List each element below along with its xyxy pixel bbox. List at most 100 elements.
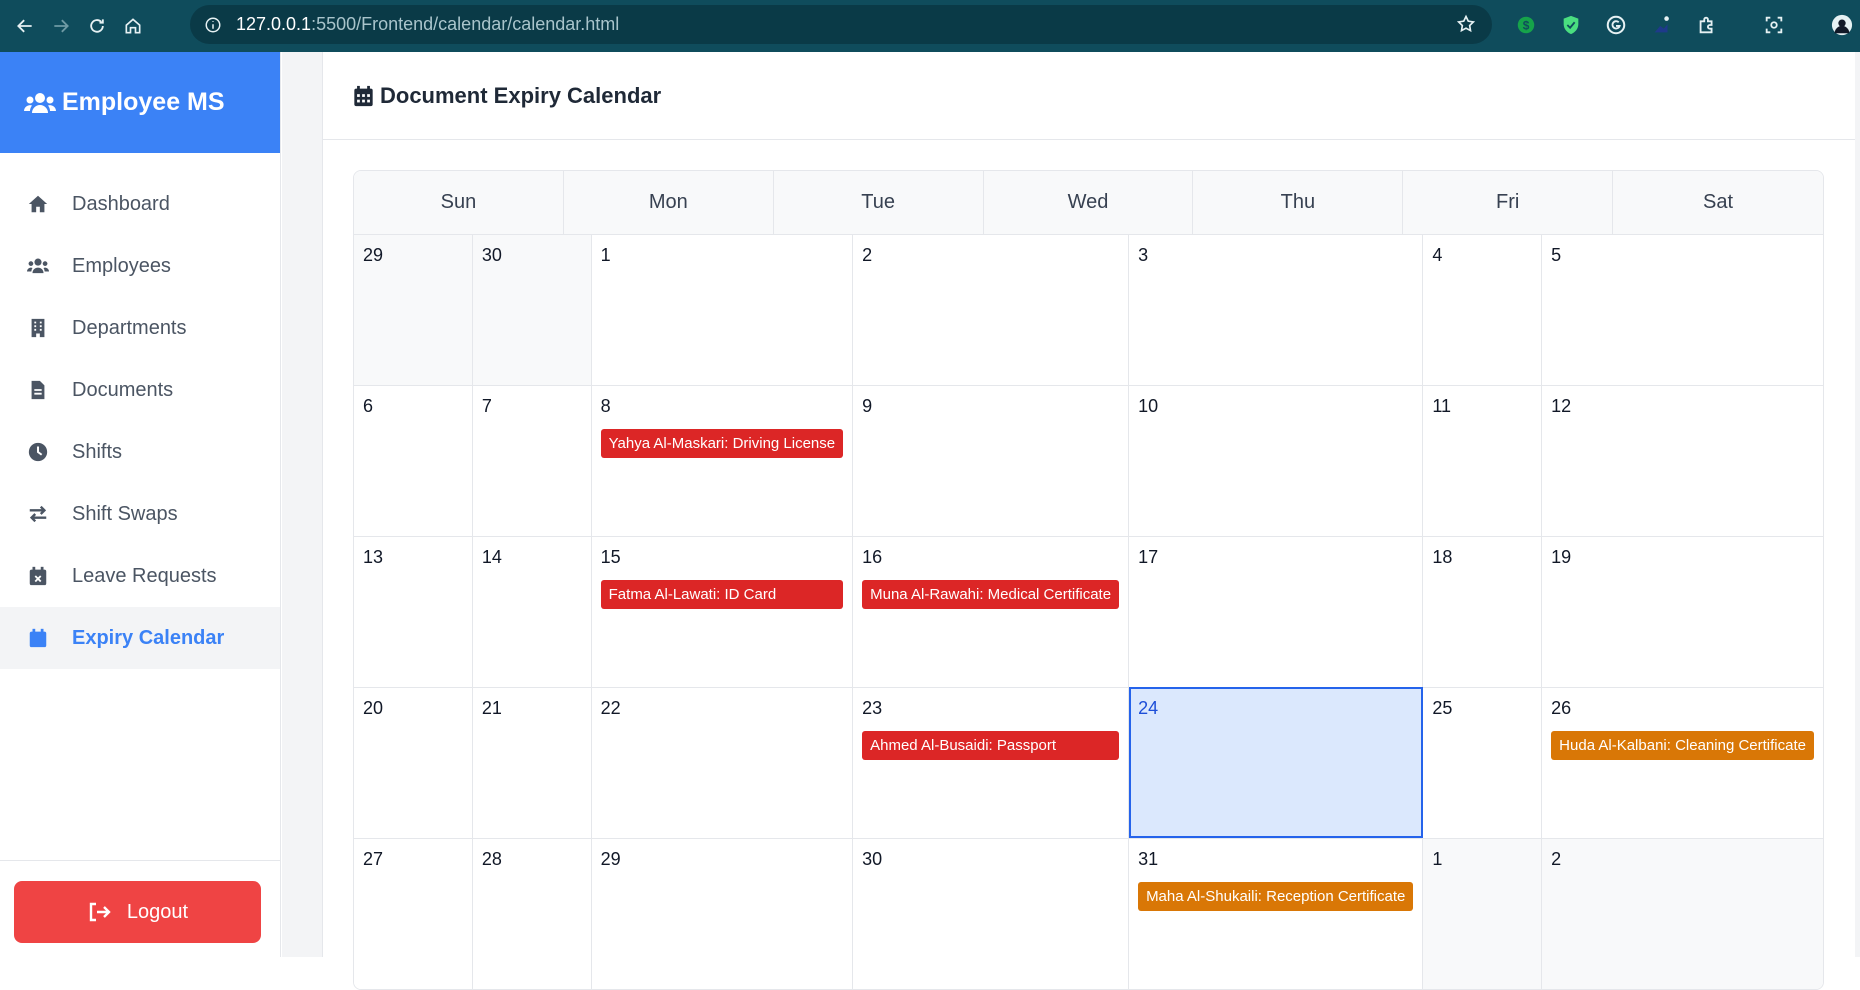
- day-cell[interactable]: 27: [354, 838, 473, 989]
- calendar-card: Document Expiry Calendar Sun Mon Tue Wed Thu…: [322, 52, 1855, 990]
- day-cell[interactable]: 20: [354, 687, 473, 838]
- sidebar-item-label: Leave Requests: [72, 564, 217, 587]
- day-cell[interactable]: 31 Maha Al-Shukaili: Reception Certificat…: [1129, 838, 1424, 989]
- day-number: 4: [1432, 245, 1443, 265]
- day-cell[interactable]: 6: [354, 385, 473, 536]
- day-cell[interactable]: 26 Huda Al-Kalbani: Cleaning Certificate: [1542, 687, 1823, 838]
- day-cell[interactable]: 13: [354, 536, 473, 687]
- day-number: 2: [1551, 849, 1562, 869]
- day-number: 9: [862, 396, 873, 416]
- home-icon: [26, 192, 50, 216]
- site-info-icon[interactable]: [204, 16, 222, 34]
- day-number: 6: [363, 396, 374, 416]
- card-header: Document Expiry Calendar: [323, 52, 1855, 140]
- day-cell[interactable]: 12: [1542, 385, 1823, 536]
- day-number: 29: [363, 245, 384, 265]
- day-number: 8: [600, 396, 611, 416]
- day-number: 18: [1432, 547, 1453, 567]
- day-cell[interactable]: 28: [472, 838, 592, 989]
- day-cell[interactable]: 29: [591, 838, 854, 989]
- day-cell[interactable]: 23 Ahmed Al-Busaidi: Passport: [853, 687, 1130, 838]
- reload-button[interactable]: [86, 15, 108, 37]
- day-cell[interactable]: 5: [1542, 234, 1823, 385]
- weekday-label: Fri: [1403, 171, 1614, 234]
- day-number: 30: [862, 849, 883, 869]
- day-cell[interactable]: 30: [472, 234, 592, 385]
- sidebar-item-expiry-calendar[interactable]: Expiry Calendar: [0, 607, 280, 669]
- weekday-header: Sun Mon Tue Wed Thu Fri Sat: [354, 171, 1823, 234]
- day-number: 10: [1138, 396, 1159, 416]
- sidebar-item-departments[interactable]: Departments: [0, 297, 280, 359]
- day-cell[interactable]: 3: [1129, 234, 1424, 385]
- sidebar-item-label: Departments: [72, 316, 187, 339]
- sidebar-item-employees[interactable]: Employees: [0, 235, 280, 297]
- arrow-right-icon: [54, 19, 69, 33]
- day-number: 30: [481, 245, 502, 265]
- day-number: 31: [1138, 849, 1159, 869]
- brand-title: Employee MS: [62, 88, 225, 116]
- url-path: :5500/Frontend/calendar/calendar.html: [311, 14, 620, 34]
- sidebar-item-shift-swaps[interactable]: Shift Swaps: [0, 483, 280, 545]
- day-cell-today[interactable]: 24: [1129, 687, 1424, 838]
- back-button[interactable]: [14, 15, 36, 37]
- day-cell[interactable]: 1: [1423, 838, 1543, 989]
- day-cell[interactable]: 4: [1423, 234, 1543, 385]
- day-number: 1: [600, 245, 611, 265]
- extensions-puzzle-icon[interactable]: [1695, 13, 1719, 37]
- day-cell[interactable]: 2: [1542, 838, 1823, 989]
- expiry-event[interactable]: Muna Al-Rawahi: Medical Certificate: [862, 580, 1120, 609]
- day-cell[interactable]: 10: [1129, 385, 1424, 536]
- day-cell[interactable]: 18: [1423, 536, 1543, 687]
- day-number: 29: [600, 849, 621, 869]
- day-cell[interactable]: 30: [853, 838, 1130, 989]
- expiry-event[interactable]: Yahya Al-Maskari: Driving License: [600, 429, 844, 458]
- url-host: 127.0.0.1: [236, 14, 312, 34]
- extension-dollar-icon[interactable]: $: [1514, 13, 1538, 37]
- expiry-event[interactable]: Fatma Al-Lawati: ID Card: [600, 580, 844, 609]
- arrow-left-icon: [17, 19, 32, 33]
- calendar-days: 29 30 1 2 3 4 5 6 7 8 Yahya Al-Maskari: Driving Li…: [354, 234, 1823, 989]
- day-cell[interactable]: 11: [1423, 385, 1543, 536]
- logout-button[interactable]: Logout: [14, 881, 261, 943]
- day-cell[interactable]: 1: [591, 234, 854, 385]
- day-cell[interactable]: 2: [853, 234, 1130, 385]
- sidebar-item-label: Documents: [72, 378, 174, 401]
- day-cell[interactable]: 19: [1542, 536, 1823, 687]
- day-cell[interactable]: 17: [1129, 536, 1424, 687]
- sidebar-item-leave-requests[interactable]: Leave Requests: [0, 545, 280, 607]
- day-number: 12: [1551, 396, 1572, 416]
- calendar-grid: Sun Mon Tue Wed Thu Fri Sat 29 30 1 2 3 4 5 6 7 8 Yahya …: [353, 170, 1824, 990]
- expiry-event[interactable]: Ahmed Al-Busaidi: Passport: [862, 731, 1120, 760]
- day-number: 21: [481, 698, 502, 718]
- day-cell[interactable]: 7: [472, 385, 592, 536]
- expiry-event[interactable]: Huda Al-Kalbani: Cleaning Certificate: [1551, 731, 1814, 760]
- home-button[interactable]: [122, 15, 144, 37]
- day-number: 7: [481, 396, 492, 416]
- calendar-x-icon: [26, 564, 50, 588]
- extension-grammarly-icon[interactable]: [1604, 13, 1628, 37]
- profile-avatar-icon[interactable]: [1830, 13, 1854, 37]
- expiry-event[interactable]: Maha Al-Shukaili: Reception Certificate: [1138, 882, 1414, 911]
- day-cell[interactable]: 21: [472, 687, 592, 838]
- day-number: 17: [1138, 547, 1159, 567]
- day-cell[interactable]: 9: [853, 385, 1130, 536]
- extension-person-icon[interactable]: [1650, 13, 1674, 37]
- sidebar-item-shifts[interactable]: Shifts: [0, 421, 280, 483]
- day-cell[interactable]: 22: [591, 687, 854, 838]
- extension-shield-icon[interactable]: [1559, 13, 1583, 37]
- day-cell[interactable]: 25: [1423, 687, 1543, 838]
- day-cell[interactable]: 8 Yahya Al-Maskari: Driving License: [591, 385, 854, 536]
- sidebar-item-label: Employees: [72, 254, 171, 277]
- day-cell[interactable]: 16 Muna Al-Rawahi: Medical Certificate: [853, 536, 1130, 687]
- calendar-icon: [26, 626, 50, 650]
- brand-header[interactable]: Employee MS: [0, 52, 280, 153]
- sidebar-item-documents[interactable]: Documents: [0, 359, 280, 421]
- day-cell[interactable]: 15 Fatma Al-Lawati: ID Card: [591, 536, 854, 687]
- screenshot-icon[interactable]: [1762, 13, 1786, 37]
- day-cell[interactable]: 29: [354, 234, 473, 385]
- day-cell[interactable]: 14: [472, 536, 592, 687]
- address-bar[interactable]: 127.0.0.1:5500/Frontend/calendar/calenda…: [190, 5, 1492, 44]
- bookmark-star-icon[interactable]: [1456, 14, 1476, 34]
- sidebar-item-dashboard[interactable]: Dashboard: [0, 173, 280, 235]
- forward-button[interactable]: [50, 15, 72, 37]
